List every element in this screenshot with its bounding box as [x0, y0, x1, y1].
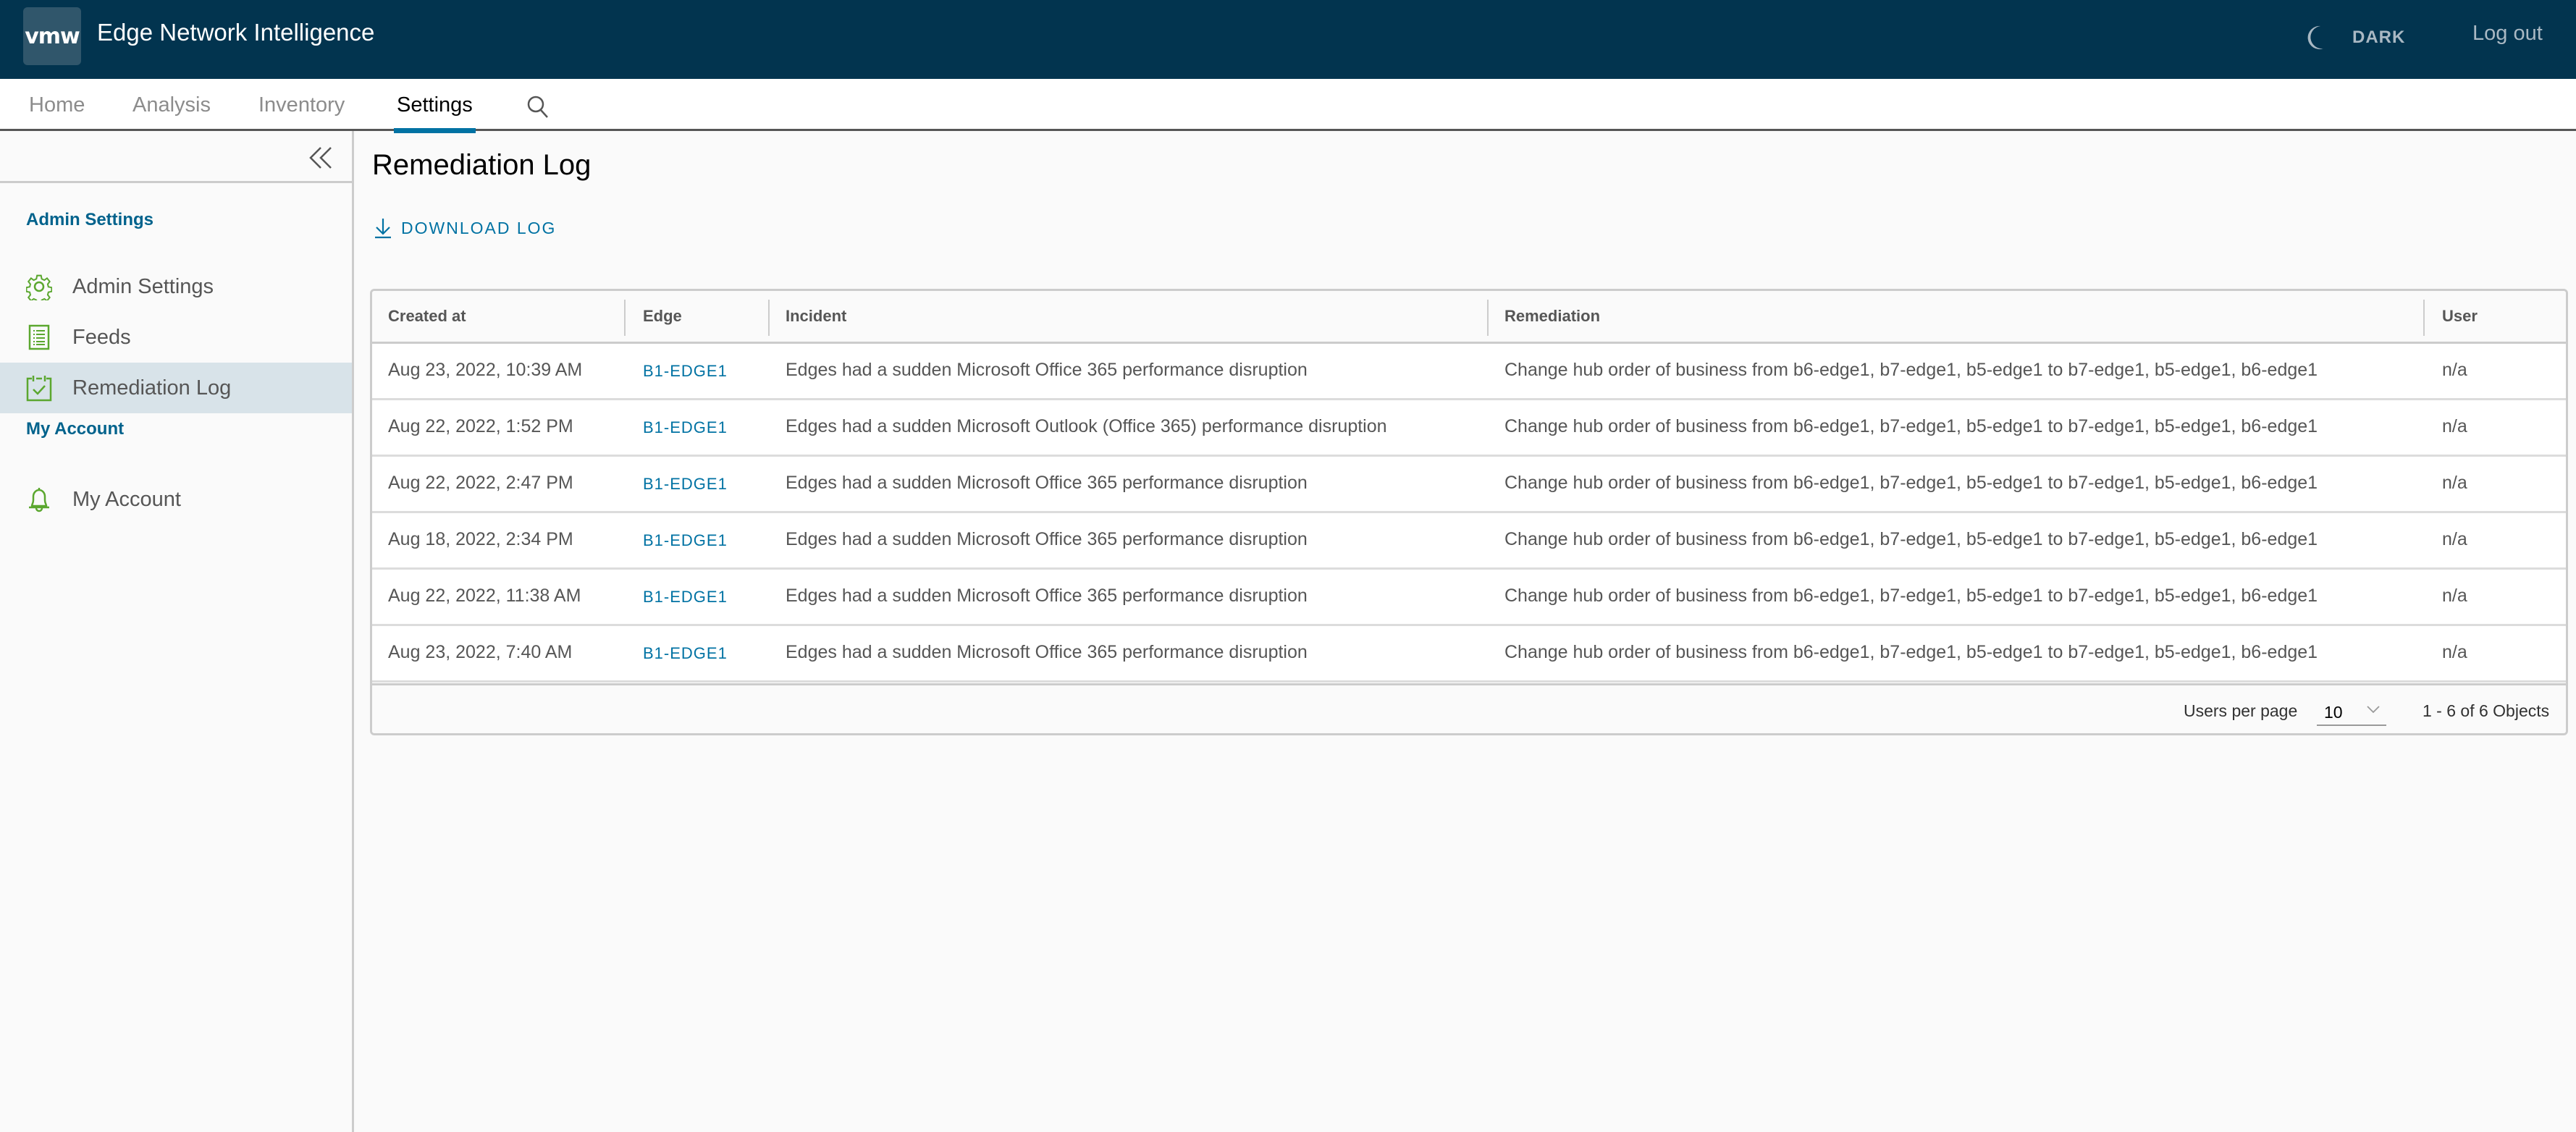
table-row[interactable]: Aug 22, 2022, 1:52 PM B1-EDGE1 Edges had a…: [372, 400, 2566, 457]
table-row[interactable]: Aug 18, 2022, 2:34 PM B1-EDGE1 Edges had a…: [372, 513, 2566, 570]
cell-user: n/a: [2442, 586, 2467, 606]
cell-incident: Edges had a sudden Microsoft Office 365 …: [786, 642, 1308, 662]
cell-incident: Edges had a sudden Microsoft Outlook (Of…: [786, 416, 1387, 436]
cell-created-at: Aug 22, 2022, 11:38 AM: [388, 586, 581, 606]
gear-icon: [26, 274, 52, 300]
column-header-user[interactable]: User: [2442, 307, 2478, 326]
cell-created-at: Aug 22, 2022, 2:47 PM: [388, 473, 573, 493]
page-size-select[interactable]: 10: [2317, 696, 2386, 726]
cell-created-at: Aug 18, 2022, 2:34 PM: [388, 529, 573, 549]
logout-link[interactable]: Log out: [2472, 22, 2543, 46]
cell-remediation: Change hub order of business from b6-edg…: [1504, 642, 2318, 662]
remediation-log-table: Created at Edge Incident Remediation Use…: [370, 289, 2568, 735]
tab-inventory[interactable]: Inventory: [258, 93, 345, 131]
cell-remediation: Change hub order of business from b6-edg…: [1504, 360, 2318, 380]
download-log-button[interactable]: DOWNLOAD LOG: [374, 217, 556, 239]
table-header: Created at Edge Incident Remediation Use…: [372, 291, 2566, 344]
column-separator[interactable]: [768, 300, 770, 336]
cell-incident: Edges had a sudden Microsoft Office 365 …: [786, 473, 1308, 493]
sidebar-item-label: Admin Settings: [72, 274, 214, 298]
sidebar-item-label: My Account: [72, 487, 181, 511]
cell-user: n/a: [2442, 360, 2467, 380]
sidebar-collapse-row: [0, 131, 352, 183]
section-title-admin-settings: Admin Settings: [26, 210, 154, 229]
search-icon[interactable]: [526, 95, 550, 119]
double-chevron-left-icon[interactable]: [308, 145, 334, 170]
main-nav: Home Analysis Inventory Settings: [0, 79, 2576, 133]
tab-home[interactable]: Home: [29, 93, 85, 131]
edge-link[interactable]: B1-EDGE1: [643, 418, 728, 437]
edge-link[interactable]: B1-EDGE1: [643, 531, 728, 550]
table-row[interactable]: Aug 22, 2022, 11:38 AM B1-EDGE1 Edges had …: [372, 570, 2566, 626]
cell-remediation: Change hub order of business from b6-edg…: [1504, 529, 2318, 549]
column-separator[interactable]: [624, 300, 626, 336]
cell-incident: Edges had a sudden Microsoft Office 365 …: [786, 360, 1308, 380]
tab-settings[interactable]: Settings: [394, 93, 476, 133]
cell-user: n/a: [2442, 529, 2467, 549]
cell-incident: Edges had a sudden Microsoft Office 365 …: [786, 529, 1308, 549]
column-header-created-at[interactable]: Created at: [388, 307, 466, 326]
cell-user: n/a: [2442, 416, 2467, 436]
app-header: vmw Edge Network Intelligence DARK Log o…: [0, 0, 2576, 79]
app-title: Edge Network Intelligence: [97, 19, 375, 46]
moon-icon: [2307, 25, 2323, 49]
dark-mode-label: DARK: [2352, 28, 2406, 47]
sidebar-item-remediation-log[interactable]: Remediation Log: [0, 363, 352, 413]
edge-link[interactable]: B1-EDGE1: [643, 588, 728, 607]
edge-link[interactable]: B1-EDGE1: [643, 644, 728, 663]
dark-mode-toggle[interactable]: DARK: [2304, 23, 2405, 52]
page-size-label: Users per page: [2184, 701, 2298, 720]
column-separator[interactable]: [2423, 300, 2425, 336]
vmware-logo[interactable]: vmw: [23, 7, 81, 65]
sidebar-item-label: Feeds: [72, 325, 131, 349]
column-header-incident[interactable]: Incident: [786, 307, 846, 326]
bell-icon: [29, 488, 49, 512]
table-row[interactable]: Aug 23, 2022, 10:39 AM B1-EDGE1 Edges had …: [372, 344, 2566, 400]
column-header-remediation[interactable]: Remediation: [1504, 307, 1600, 326]
list-document-icon: [28, 324, 50, 350]
table-row[interactable]: Aug 22, 2022, 2:47 PM B1-EDGE1 Edges had a…: [372, 457, 2566, 513]
edge-link[interactable]: B1-EDGE1: [643, 475, 728, 494]
download-log-label: DOWNLOAD LOG: [401, 218, 557, 237]
sidebar-item-feeds[interactable]: Feeds: [0, 312, 352, 363]
page-size-value: 10: [2324, 703, 2343, 722]
calendar-check-icon: [26, 376, 52, 402]
chevron-down-icon: [2367, 706, 2380, 714]
cell-remediation: Change hub order of business from b6-edg…: [1504, 473, 2318, 493]
column-separator[interactable]: [1487, 300, 1489, 336]
cell-user: n/a: [2442, 642, 2467, 662]
sidebar-item-admin-settings[interactable]: Admin Settings: [0, 261, 352, 312]
sidebar-item-my-account[interactable]: My Account: [0, 474, 352, 525]
table-footer: Users per page 10 1 - 6 of 6 Objects: [372, 683, 2566, 733]
cell-remediation: Change hub order of business from b6-edg…: [1504, 416, 2318, 436]
cell-created-at: Aug 23, 2022, 7:40 AM: [388, 642, 573, 662]
section-title-my-account: My Account: [26, 419, 125, 439]
cell-created-at: Aug 23, 2022, 10:39 AM: [388, 360, 583, 380]
pagination-count: 1 - 6 of 6 Objects: [2423, 701, 2550, 720]
tab-analysis[interactable]: Analysis: [132, 93, 211, 131]
sidebar-item-label: Remediation Log: [72, 376, 232, 400]
sidebar: Admin Settings Admin Settings Feeds Reme…: [0, 131, 354, 1132]
cell-remediation: Change hub order of business from b6-edg…: [1504, 586, 2318, 606]
edge-link[interactable]: B1-EDGE1: [643, 362, 728, 381]
column-header-edge[interactable]: Edge: [643, 307, 682, 326]
page-title: Remediation Log: [372, 149, 592, 181]
cell-incident: Edges had a sudden Microsoft Office 365 …: [786, 586, 1308, 606]
download-icon: [375, 219, 391, 239]
table-row[interactable]: Aug 23, 2022, 7:40 AM B1-EDGE1 Edges had a…: [372, 626, 2566, 683]
cell-user: n/a: [2442, 473, 2467, 493]
cell-created-at: Aug 22, 2022, 1:52 PM: [388, 416, 573, 436]
